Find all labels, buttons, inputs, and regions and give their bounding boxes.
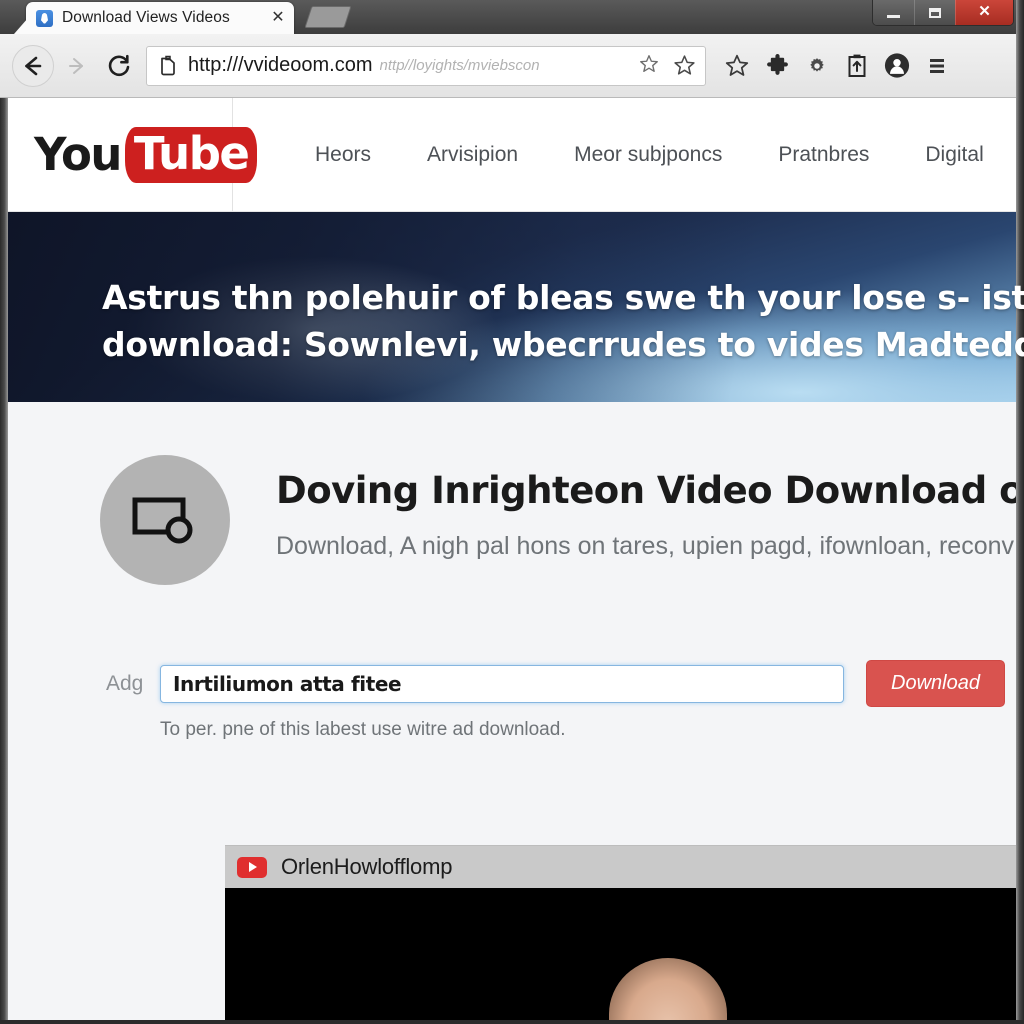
tab-strip: Download Views Videos ✕ ✕ <box>0 0 1024 34</box>
puzzle-extension-icon[interactable] <box>764 53 790 79</box>
hamburger-menu-icon[interactable] <box>924 53 950 79</box>
nav-item-heors[interactable]: Heors <box>287 137 399 173</box>
nav-item-meor-subjponcs[interactable]: Meor subjponcs <box>546 137 750 173</box>
url-text: http:///vvideoom.com <box>188 54 373 76</box>
new-tab-button[interactable] <box>304 6 352 28</box>
gear-icon[interactable] <box>804 53 830 79</box>
video-letterbox <box>225 888 342 1024</box>
site-nav: Heors Arvisipion Meor subjponcs Pratnbre… <box>233 137 1024 173</box>
address-bar[interactable]: http:///vvideoom.com nttp//loyights/mvie… <box>146 45 706 86</box>
tab-favicon-icon <box>36 9 53 27</box>
page-title: Doving Inrighteon Video Download on revi <box>276 469 1024 512</box>
hero-banner: Astrus thn polehuir of bleas swe th your… <box>8 212 1024 402</box>
intro-copy: Doving Inrighteon Video Download on revi… <box>230 455 1024 561</box>
toolbar-icon-group <box>724 53 950 79</box>
bookmark-star-icon[interactable] <box>638 53 660 75</box>
site-logo[interactable]: You Tube <box>8 98 258 211</box>
logo-you-text: You <box>34 128 122 181</box>
hero-line-1: Astrus thn polehuir of bleas swe th your… <box>102 278 1024 317</box>
favorites-star-icon[interactable] <box>724 53 750 79</box>
browser-window: Download Views Videos ✕ ✕ http:///vvideo… <box>0 0 1024 1024</box>
hero-line-2: download: Sownlevi, wbecrrudes to vides … <box>102 325 1024 364</box>
address-bar-stars <box>632 53 697 78</box>
forward-arrow-icon <box>69 57 83 74</box>
hero-headline: Astrus thn polehuir of bleas swe th your… <box>102 274 1024 368</box>
url-secondary-text: nttp//loyights/mviebscon <box>379 57 540 74</box>
clipboard-share-icon[interactable] <box>844 53 870 79</box>
download-form-row: Adg Inrtiliumon atta fitee Download <box>8 585 1024 707</box>
browser-toolbar: http:///vvideoom.com nttp//loyights/mvie… <box>0 34 1024 98</box>
page-viewport: You Tube Heors Arvisipion Meor subjponcs… <box>8 98 1024 1024</box>
video-card: OrlenHowlofflomp <box>225 845 1024 1024</box>
screen-record-icon <box>100 455 230 585</box>
minimize-button[interactable] <box>873 0 914 25</box>
video-title[interactable]: OrlenHowlofflomp <box>281 854 452 880</box>
nav-item-arvisipion[interactable]: Arvisipion <box>399 137 546 173</box>
tab-title: Download Views Videos <box>62 9 230 26</box>
maximize-button[interactable] <box>914 0 955 25</box>
url-input-value: Inrtiliumon atta fitee <box>173 671 402 696</box>
maximize-icon <box>929 8 941 18</box>
back-arrow-icon <box>25 56 42 75</box>
main-content: Doving Inrighteon Video Download on revi… <box>8 402 1024 1024</box>
form-helper-text: To per. pne of this labest use witre ad … <box>160 719 566 740</box>
video-subject-figure <box>608 958 727 1024</box>
nav-item-pratnbres[interactable]: Pratnbres <box>750 137 897 173</box>
bookmark-star-icon[interactable] <box>672 53 697 78</box>
back-button[interactable] <box>12 44 54 87</box>
forward-button[interactable] <box>56 45 98 87</box>
nav-item-digital[interactable]: Digital <box>897 137 1011 173</box>
window-right-border <box>1016 0 1024 1024</box>
window-controls: ✕ <box>872 0 1014 26</box>
close-icon: ✕ <box>978 3 991 20</box>
youtube-play-icon[interactable] <box>237 856 267 878</box>
page-subtitle: Download, A nigh pal hons on tares, upie… <box>276 532 1015 560</box>
close-window-button[interactable]: ✕ <box>955 0 1013 25</box>
profile-avatar-icon[interactable] <box>884 53 910 79</box>
site-header: You Tube Heors Arvisipion Meor subjponcs… <box>8 98 1024 212</box>
download-button[interactable]: Download <box>866 660 1005 707</box>
tab-close-icon[interactable]: ✕ <box>270 10 286 26</box>
browser-tab[interactable]: Download Views Videos ✕ <box>26 2 294 34</box>
video-player[interactable] <box>225 888 1024 1024</box>
window-bottom-border <box>0 1020 1024 1024</box>
reload-icon <box>108 54 130 76</box>
video-card-header: OrlenHowlofflomp <box>225 846 1024 888</box>
reload-button[interactable] <box>98 45 140 87</box>
minimize-icon <box>887 15 900 18</box>
window-left-border <box>0 98 8 1024</box>
url-input[interactable]: Inrtiliumon atta fitee <box>160 664 844 703</box>
url-input-label: Adg <box>106 671 144 695</box>
page-document-icon <box>161 55 175 76</box>
intro-section: Doving Inrighteon Video Download on revi… <box>8 402 1024 585</box>
